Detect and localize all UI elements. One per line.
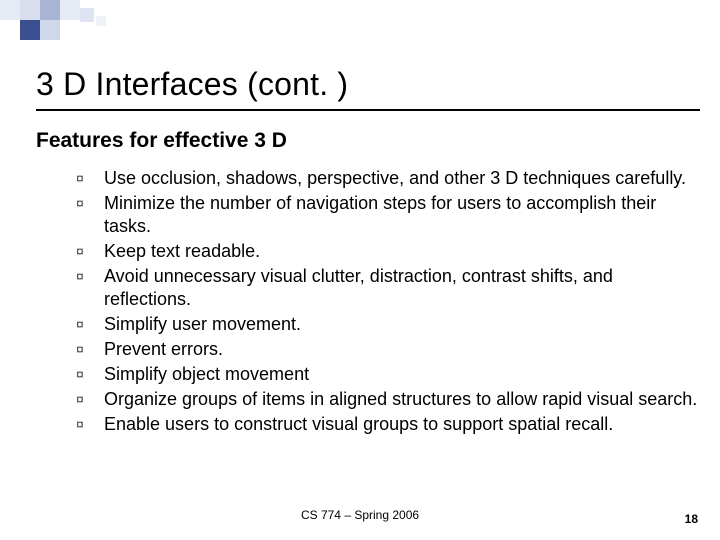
- slide-footer: CS 774 – Spring 2006 18: [0, 508, 720, 526]
- list-item: ¤ Simplify object movement: [76, 363, 700, 386]
- list-item: ¤ Organize groups of items in aligned st…: [76, 388, 700, 411]
- list-item: ¤ Keep text readable.: [76, 240, 700, 263]
- bullet-icon: ¤: [76, 413, 104, 434]
- bullet-icon: ¤: [76, 363, 104, 384]
- list-item-text: Simplify object movement: [104, 363, 700, 386]
- list-item: ¤ Avoid unnecessary visual clutter, dist…: [76, 265, 700, 311]
- bullet-icon: ¤: [76, 313, 104, 334]
- bullet-icon: ¤: [76, 167, 104, 188]
- bullet-icon: ¤: [76, 240, 104, 261]
- bullet-icon: ¤: [76, 388, 104, 409]
- footer-course: CS 774 – Spring 2006: [0, 508, 720, 522]
- list-item-text: Avoid unnecessary visual clutter, distra…: [104, 265, 700, 311]
- bullet-list: ¤ Use occlusion, shadows, perspective, a…: [76, 167, 700, 436]
- list-item-text: Organize groups of items in aligned stru…: [104, 388, 700, 411]
- list-item-text: Enable users to construct visual groups …: [104, 413, 700, 436]
- list-item: ¤ Simplify user movement.: [76, 313, 700, 336]
- bullet-icon: ¤: [76, 265, 104, 286]
- list-item-text: Prevent errors.: [104, 338, 700, 361]
- list-item: ¤ Enable users to construct visual group…: [76, 413, 700, 436]
- footer-page-number: 18: [685, 512, 698, 526]
- slide-content: 3 D Interfaces (cont. ) Features for eff…: [36, 66, 700, 438]
- bullet-icon: ¤: [76, 192, 104, 213]
- list-item: ¤ Prevent errors.: [76, 338, 700, 361]
- slide-title: 3 D Interfaces (cont. ): [36, 66, 700, 111]
- list-item: ¤ Minimize the number of navigation step…: [76, 192, 700, 238]
- list-item-text: Minimize the number of navigation steps …: [104, 192, 700, 238]
- list-item-text: Keep text readable.: [104, 240, 700, 263]
- list-item: ¤ Use occlusion, shadows, perspective, a…: [76, 167, 700, 190]
- bullet-icon: ¤: [76, 338, 104, 359]
- list-item-text: Simplify user movement.: [104, 313, 700, 336]
- slide-subhead: Features for effective 3 D: [36, 129, 700, 153]
- corner-decoration: [0, 0, 120, 45]
- list-item-text: Use occlusion, shadows, perspective, and…: [104, 167, 700, 190]
